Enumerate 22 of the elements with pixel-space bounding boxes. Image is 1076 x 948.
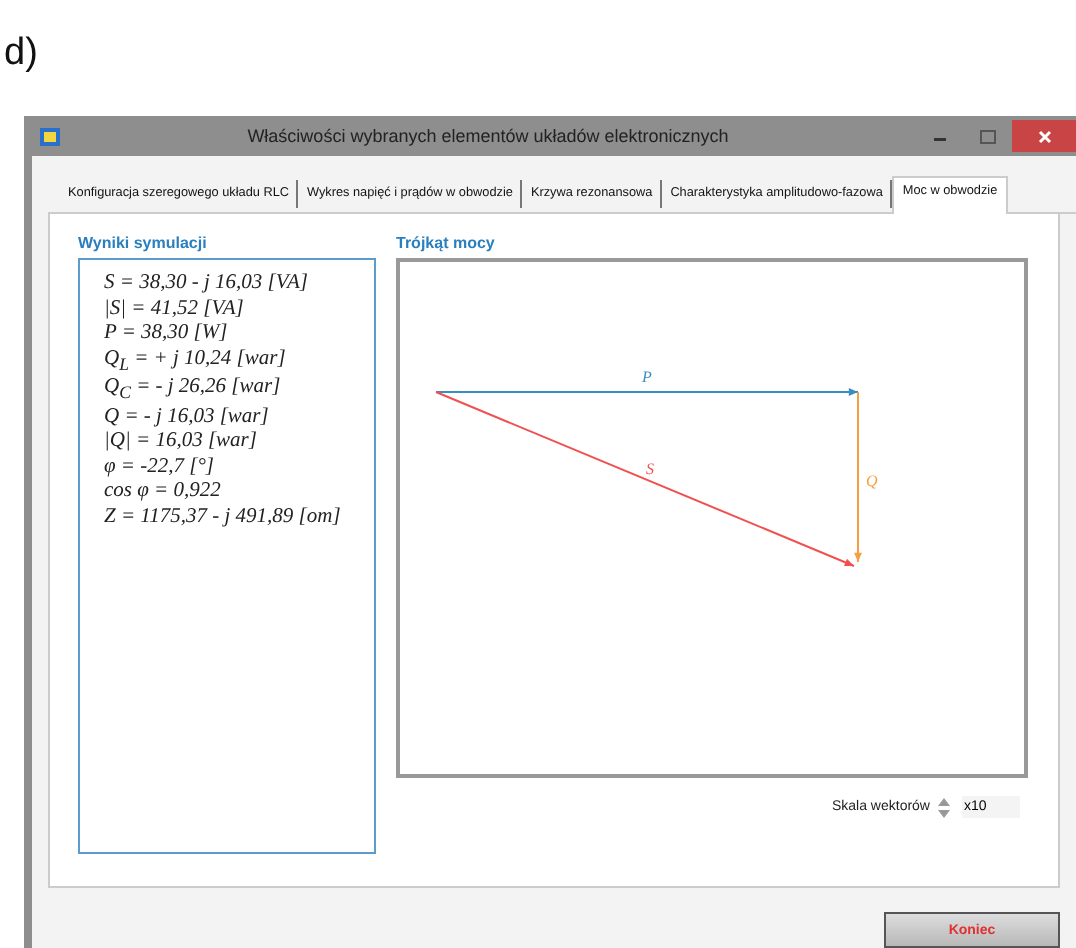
result-line: |S| = 41,52 [VA] xyxy=(104,297,246,319)
result-line: Z = 1175,37 - j 491,89 [om] xyxy=(104,505,343,528)
figure-caption: d) xyxy=(4,32,40,78)
result-line: Q = - j 16,03 [war] xyxy=(104,405,271,428)
result-line: Q$_{L}$ = + j 10,24 [war] xyxy=(104,347,288,374)
close-button[interactable] xyxy=(1012,120,1076,152)
spinner-arrows-icon[interactable] xyxy=(936,794,956,820)
maximize-icon xyxy=(980,129,996,143)
app-icon xyxy=(40,127,60,145)
close-icon xyxy=(1037,129,1051,143)
vector-label: Q xyxy=(866,472,878,490)
result-line: φ = -22,7 [°] xyxy=(104,455,217,478)
section-heading: Wyniki symulacji xyxy=(78,234,209,252)
result-line: P = 38,30 [W] xyxy=(104,322,230,344)
vector-label: S xyxy=(646,460,654,478)
result-line: Q$_{C}$ = - j 26,26 [war] xyxy=(104,376,283,403)
result-line: cos φ = 0,922 xyxy=(104,480,223,503)
section-heading: Trójkąt mocy xyxy=(396,234,497,252)
result-line: S = 38,30 - j 16,03 [VA] xyxy=(104,272,310,294)
result-line: |Q| = 16,03 [war] xyxy=(104,430,259,453)
window-title: Właściwości wybranych elementów układów elektronicznych xyxy=(245,126,731,146)
vector-label: P xyxy=(642,368,652,386)
